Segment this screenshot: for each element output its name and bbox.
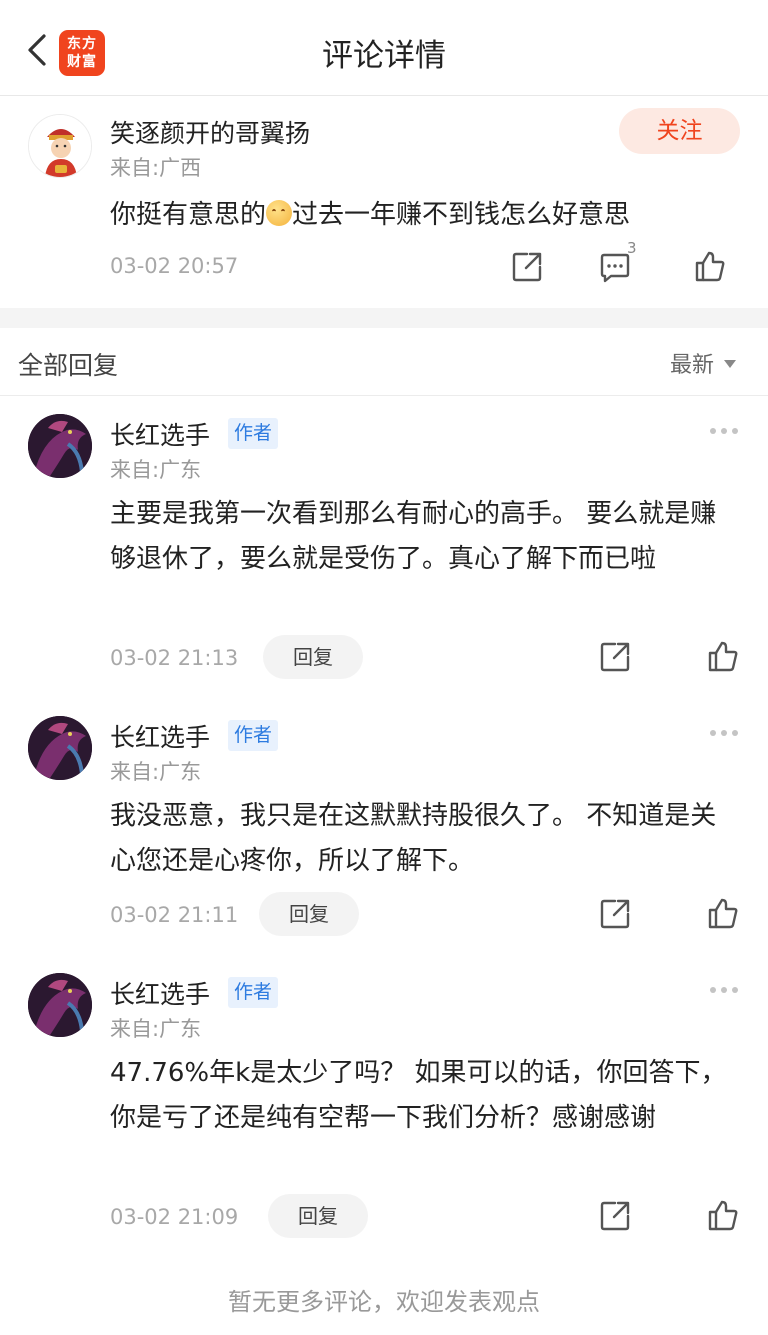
caret-down-icon [724,360,736,368]
reply-item: 长红选手 作者 来自:广东 47.76%年k是太少了吗？ 如果可以的话，你回答下… [0,973,768,1243]
more-options-icon[interactable] [708,987,740,995]
dragon-avatar-icon [28,414,92,478]
share-icon[interactable] [510,250,544,284]
comment-text: 你挺有意思的 过去一年赚不到钱怎么好意思 [110,194,630,231]
smirk-face-emoji-icon [266,200,293,226]
avatar[interactable] [28,716,92,780]
replies-header: 全部回复 最新 [0,328,768,396]
sort-dropdown[interactable]: 最新 [670,347,736,379]
comment-timestamp: 03-02 20:57 [110,254,239,278]
comment-count: 3 [627,239,637,257]
avatar[interactable] [28,973,92,1037]
reply-username[interactable]: 长红选手 [110,718,210,754]
section-divider [0,308,768,328]
reply-timestamp: 03-02 21:09 [110,1205,239,1229]
page-title: 评论详情 [322,38,446,74]
sort-label: 最新 [669,353,714,378]
author-badge: 作者 [228,418,278,449]
top-bar: 东方 财富 评论详情 [0,0,768,96]
dragon-avatar-icon [28,973,92,1037]
dragon-avatar-icon [28,716,92,780]
comment-username[interactable]: 笑逐颜开的哥翼扬 [110,114,310,150]
share-icon[interactable] [598,1199,632,1233]
share-icon[interactable] [598,640,632,674]
thumbs-up-icon[interactable] [706,1198,740,1232]
thumbs-up-icon[interactable] [693,249,727,283]
reply-text: 主要是我第一次看到那么有耐心的高手。 要么就是赚够退休了，要么就是受伤了。真心了… [110,499,717,574]
reply-text: 我没恶意，我只是在这默默持股很久了。 不知道是关心您还是心疼你，所以了解下。 [110,801,717,876]
thumbs-up-icon[interactable] [706,639,740,673]
comment-location: 来自:广西 [110,156,202,180]
reply-button[interactable]: 回复 [268,1194,368,1238]
avatar[interactable] [28,414,92,478]
reply-button[interactable]: 回复 [259,892,359,936]
more-options-icon[interactable] [708,730,740,738]
main-comment: 笑逐颜开的哥翼扬 来自:广西 关注 你挺有意思的 过去一年赚不到钱怎么好意思 03… [0,96,768,308]
comment-text-part2: 过去一年赚不到钱怎么好意思 [292,200,631,230]
replies-title: 全部回复 [18,351,119,380]
reply-timestamp: 03-02 21:13 [110,646,239,670]
reply-location: 来自:广东 [110,760,202,784]
fortune-god-avatar-icon [29,115,91,177]
follow-button[interactable]: 关注 [619,108,740,154]
reply-item: 长红选手 作者 来自:广东 主要是我第一次看到那么有耐心的高手。 要么就是赚够退… [0,414,768,684]
avatar[interactable] [28,114,92,178]
reply-username[interactable]: 长红选手 [110,975,210,1011]
reply-location: 来自:广东 [110,1017,202,1041]
reply-location: 来自:广东 [110,458,202,482]
author-badge: 作者 [228,720,278,751]
reply-text: 47.76%年k是太少了吗？ 如果可以的话，你回答下，你是亏了还是纯有空帮一下我… [110,1058,727,1133]
reply-username[interactable]: 长红选手 [110,416,210,452]
author-badge: 作者 [228,977,278,1008]
comment-text-part1: 你挺有意思的 [110,200,267,230]
share-icon[interactable] [598,897,632,931]
reply-timestamp: 03-02 21:11 [110,903,239,927]
more-options-icon[interactable] [708,428,740,436]
reply-item: 长红选手 作者 来自:广东 我没恶意，我只是在这默默持股很久了。 不知道是关心您… [0,716,768,946]
reply-button[interactable]: 回复 [263,635,363,679]
thumbs-up-icon[interactable] [706,896,740,930]
no-more-comments-note: 暂无更多评论，欢迎发表观点 [228,1288,540,1316]
